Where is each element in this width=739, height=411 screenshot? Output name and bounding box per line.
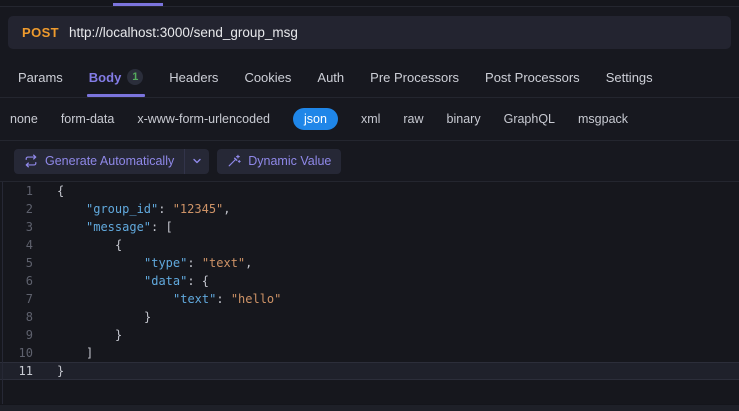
token-punc: { <box>115 238 123 252</box>
tab-params[interactable]: Params <box>18 57 63 97</box>
code-content: "group_id": "12345", <box>33 200 231 218</box>
token-str: "hello" <box>230 292 282 306</box>
code-line[interactable]: 8} <box>0 308 739 326</box>
request-tabs: Params Body 1 Headers Cookies Auth Pre P… <box>0 57 739 98</box>
line-number: 8 <box>25 310 33 324</box>
code-content: { <box>33 182 64 200</box>
code-line[interactable]: 1{ <box>0 182 739 200</box>
tab-post-processors[interactable]: Post Processors <box>485 57 580 97</box>
code-content: "type": "text", <box>33 254 252 272</box>
line-number: 10 <box>18 346 33 360</box>
code-line[interactable]: 6 "data": { <box>0 272 739 290</box>
token-punc: : <box>187 256 202 270</box>
line-number: 7 <box>25 292 33 306</box>
tab-headers[interactable]: Headers <box>169 57 218 97</box>
tab-pre-processors[interactable]: Pre Processors <box>370 57 459 97</box>
tab-auth[interactable]: Auth <box>317 57 344 97</box>
body-toolbar: Generate Automatically Dynamic Value <box>0 141 739 182</box>
wand-icon <box>227 154 241 168</box>
url-text[interactable]: http://localhost:3000/send_group_msg <box>69 25 298 40</box>
code-line[interactable]: 10] <box>0 344 739 362</box>
token-punc: , <box>223 202 231 216</box>
token-punc: ] <box>86 346 94 360</box>
token-punc: : <box>158 202 173 216</box>
json-editor[interactable]: 1{2 "group_id": "12345", 3 "message": [4{5 "… <box>0 182 739 404</box>
bodytype-none[interactable]: none <box>10 112 38 126</box>
line-number: 1 <box>25 184 33 198</box>
line-number: 3 <box>25 220 33 234</box>
code-content: } <box>33 326 122 344</box>
request-tabbar-edge <box>0 0 739 7</box>
code-line[interactable]: 4{ <box>0 236 739 254</box>
token-key: "type" <box>144 256 188 270</box>
tab-body[interactable]: Body 1 <box>86 57 146 97</box>
code-line[interactable]: 2 "group_id": "12345", <box>0 200 739 218</box>
token-str: "text" <box>201 256 246 270</box>
code-content: ] <box>33 344 93 362</box>
url-input[interactable]: POST http://localhost:3000/send_group_ms… <box>8 15 731 49</box>
chevron-down-icon <box>192 156 202 166</box>
code-line[interactable]: 7 "text": "hello" <box>0 290 739 308</box>
bodytype-json[interactable]: json <box>293 108 338 130</box>
line-number: 5 <box>25 256 33 270</box>
code-line[interactable]: 3 "message": [ <box>0 218 739 236</box>
token-punc: : { <box>187 274 210 288</box>
tab-settings[interactable]: Settings <box>606 57 653 97</box>
active-request-tab-indicator <box>113 3 163 6</box>
bodytype-binary[interactable]: binary <box>447 112 481 126</box>
dynamic-value-button[interactable]: Dynamic Value <box>217 148 342 174</box>
generate-automatically-split-button: Generate Automatically <box>14 148 210 174</box>
line-number: 2 <box>25 202 33 216</box>
token-punc: } <box>115 328 123 342</box>
code-content: "data": { <box>33 272 209 290</box>
token-punc: : <box>216 292 231 306</box>
bodytype-graphql[interactable]: GraphQL <box>504 112 555 126</box>
token-punc: } <box>144 310 152 324</box>
code-content: "message": [ <box>33 218 173 236</box>
body-count-badge: 1 <box>127 69 144 85</box>
line-number: 4 <box>25 238 33 252</box>
token-key: "data" <box>144 274 188 288</box>
token-punc: : [ <box>151 220 173 234</box>
token-key: "group_id" <box>86 202 159 216</box>
line-number: 9 <box>25 328 33 342</box>
code-line[interactable]: 5 "type": "text", <box>0 254 739 272</box>
bodytype-xml[interactable]: xml <box>361 112 380 126</box>
token-key: "message" <box>86 220 152 234</box>
bodytype-raw[interactable]: raw <box>403 112 423 126</box>
generate-options-button[interactable] <box>185 149 209 174</box>
refresh-icon <box>24 154 38 168</box>
token-punc: { <box>57 184 65 198</box>
method-label[interactable]: POST <box>22 25 59 40</box>
url-row: POST http://localhost:3000/send_group_ms… <box>0 7 739 57</box>
active-tab-underline <box>86 94 146 97</box>
token-key: "text" <box>173 292 217 306</box>
token-punc: } <box>57 364 65 378</box>
code-line[interactable]: 11} <box>0 362 739 380</box>
token-str: "12345" <box>172 202 224 216</box>
code-content: } <box>33 362 64 380</box>
code-content: { <box>33 236 122 254</box>
bodytype-msgpack[interactable]: msgpack <box>578 112 628 126</box>
tab-cookies[interactable]: Cookies <box>244 57 291 97</box>
line-number: 6 <box>25 274 33 288</box>
editor-lines: 1{2 "group_id": "12345", 3 "message": [4{5 "… <box>0 182 739 380</box>
bodytype-row: none form-data x-www-form-urlencoded jso… <box>0 98 739 141</box>
line-number: 11 <box>18 364 33 378</box>
generate-automatically-button[interactable]: Generate Automatically <box>14 149 184 174</box>
bodytype-x-www-form-urlencoded[interactable]: x-www-form-urlencoded <box>137 112 270 126</box>
bodytype-form-data[interactable]: form-data <box>61 112 115 126</box>
bottom-panel-edge <box>0 404 739 411</box>
request-editor: POST http://localhost:3000/send_group_ms… <box>0 0 739 411</box>
code-line[interactable]: 9} <box>0 326 739 344</box>
code-content: "text": "hello" <box>33 290 281 308</box>
token-punc: , <box>245 256 253 270</box>
code-content: } <box>33 308 151 326</box>
